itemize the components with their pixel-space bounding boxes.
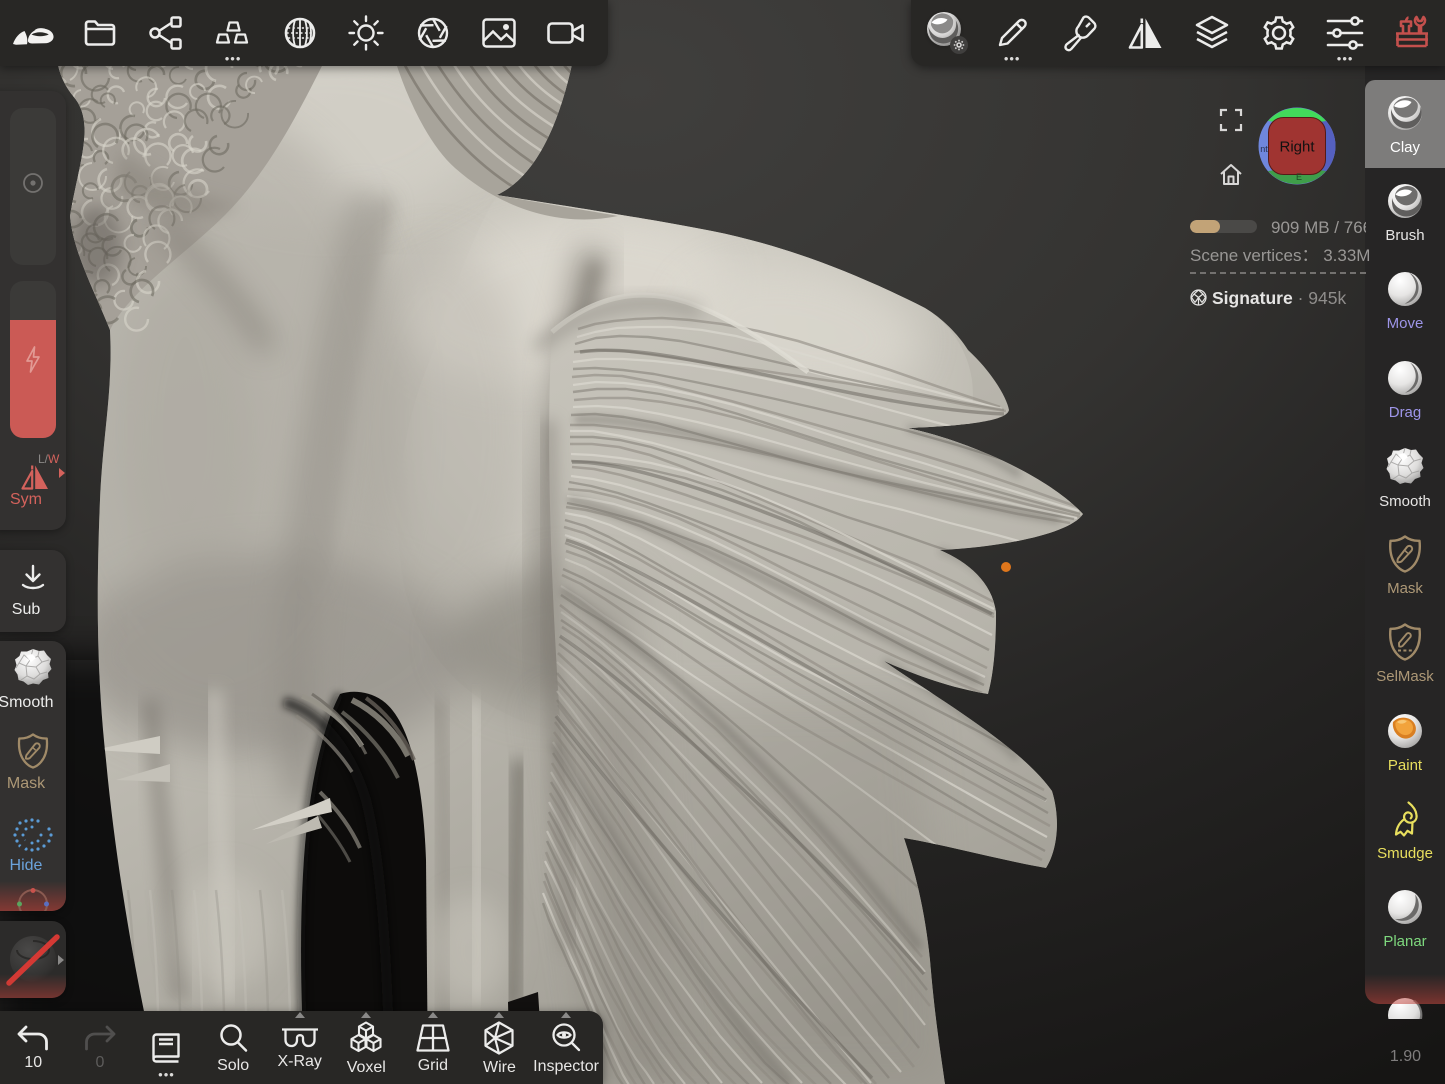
svg-text:Right: Right [1279,139,1315,156]
svg-text:nt: nt [1260,144,1268,154]
svg-text:E: E [1296,172,1302,182]
